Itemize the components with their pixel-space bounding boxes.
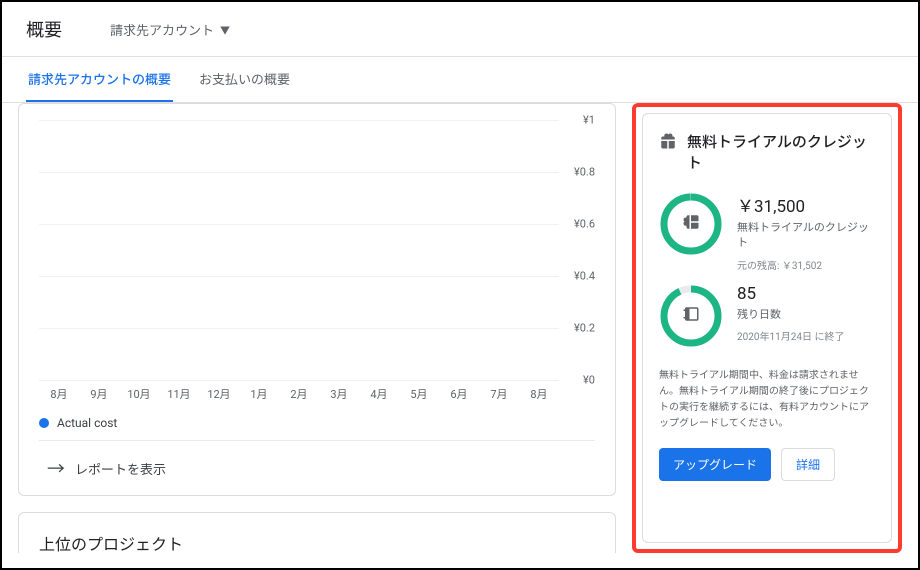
x-tick: 1月 bbox=[239, 386, 279, 402]
x-tick: 12月 bbox=[199, 386, 239, 402]
x-tick: 10月 bbox=[119, 386, 159, 402]
top-projects-card: 上位のプロジェクト 2019/08/01～2020/08/31 bbox=[18, 512, 616, 553]
x-tick: 5月 bbox=[399, 386, 439, 402]
x-tick: 11月 bbox=[159, 386, 199, 402]
y-tick: ¥0.4 bbox=[574, 270, 595, 283]
credit-amount: ￥31,500 bbox=[737, 192, 875, 217]
days-stat: 85 残り日数 2020年11月24日 に終了 bbox=[659, 284, 875, 348]
gift-icon bbox=[682, 213, 700, 235]
credit-original: 元の残高: ￥31,502 bbox=[737, 257, 875, 272]
highlight-frame: 無料トライアルのクレジット ￥31,500 無料トライアルのクレジット 元の残高… bbox=[632, 103, 902, 553]
legend-dot-icon bbox=[39, 418, 49, 428]
details-button[interactable]: 詳細 bbox=[781, 448, 835, 481]
upgrade-button[interactable]: アップグレード bbox=[659, 448, 771, 481]
tab-payment-overview[interactable]: お支払いの概要 bbox=[197, 57, 292, 102]
x-tick: 9月 bbox=[79, 386, 119, 402]
credit-stat: ￥31,500 無料トライアルのクレジット 元の残高: ￥31,502 bbox=[659, 192, 875, 272]
days-remaining: 85 bbox=[737, 284, 875, 304]
chevron-down-icon: ▼ bbox=[220, 22, 230, 37]
x-tick: 8月 bbox=[39, 386, 79, 402]
x-tick: 8月 bbox=[519, 386, 559, 402]
y-tick: ¥0.8 bbox=[574, 166, 595, 179]
days-label: 残り日数 bbox=[737, 307, 875, 322]
x-tick: 2月 bbox=[279, 386, 319, 402]
tab-account-overview[interactable]: 請求先アカウントの概要 bbox=[26, 57, 173, 102]
gift-icon bbox=[659, 132, 677, 156]
credit-progress-ring bbox=[659, 192, 723, 256]
account-selector-label: 請求先アカウント bbox=[110, 20, 214, 39]
x-tick: 4月 bbox=[359, 386, 399, 402]
billing-account-selector[interactable]: 請求先アカウント ▼ bbox=[110, 20, 230, 39]
legend-label: Actual cost bbox=[57, 416, 117, 430]
y-tick: ¥0.6 bbox=[574, 218, 595, 231]
arrow-right-icon: → bbox=[47, 455, 65, 481]
credit-label: 無料トライアルのクレジット bbox=[737, 220, 875, 251]
cost-chart: ¥1 ¥0.8 ¥0.6 ¥0.4 ¥0.2 ¥0 bbox=[39, 120, 595, 380]
x-axis-labels: 8月 9月 10月 11月 12月 1月 2月 3月 4月 5月 6月 7月 8… bbox=[39, 386, 595, 402]
days-progress-ring bbox=[659, 284, 723, 348]
x-tick: 7月 bbox=[479, 386, 519, 402]
cost-chart-card: ¥1 ¥0.8 ¥0.6 ¥0.4 ¥0.2 ¥0 8月 9月 10月 11月 … bbox=[18, 103, 616, 496]
view-report-label: レポートを表示 bbox=[75, 459, 166, 478]
top-projects-title: 上位のプロジェクト bbox=[39, 531, 595, 553]
days-end-date: 2020年11月24日 に終了 bbox=[737, 328, 875, 343]
view-report-link[interactable]: → レポートを表示 bbox=[39, 440, 595, 495]
chart-legend: Actual cost bbox=[39, 416, 595, 430]
y-tick: ¥0 bbox=[583, 374, 595, 387]
calendar-icon bbox=[682, 305, 700, 327]
page-title: 概要 bbox=[26, 16, 62, 42]
trial-note: 無料トライアル期間中、料金は請求されません。無料トライアル期間の終了後にプロジェ… bbox=[659, 368, 875, 432]
x-tick: 3月 bbox=[319, 386, 359, 402]
trial-title: 無料トライアルのクレジット bbox=[687, 132, 875, 174]
y-tick: ¥1 bbox=[583, 114, 595, 127]
x-tick: 6月 bbox=[439, 386, 479, 402]
y-tick: ¥0.2 bbox=[574, 322, 595, 335]
free-trial-credit-card: 無料トライアルのクレジット ￥31,500 無料トライアルのクレジット 元の残高… bbox=[642, 113, 892, 543]
